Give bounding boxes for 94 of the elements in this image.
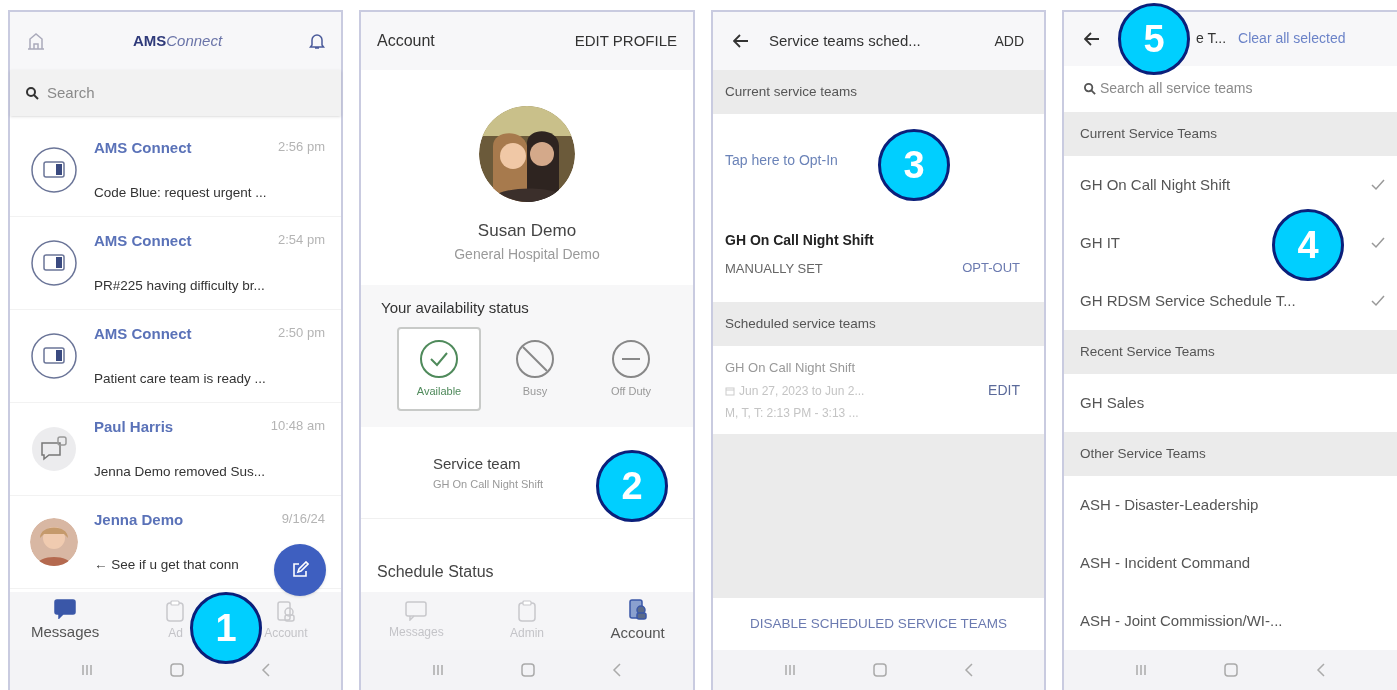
message-time: 2:56 pm xyxy=(278,137,325,156)
message-preview: Jenna Demo removed Sus... xyxy=(94,463,266,482)
team-name[interactable]: ASH - Disaster-Leadership xyxy=(1080,493,1259,517)
tab[interactable]: Account xyxy=(610,597,665,645)
team-name[interactable]: GH IT xyxy=(1080,231,1120,255)
tab[interactable]: Messages xyxy=(30,598,100,644)
back-icon[interactable] xyxy=(260,663,271,677)
prohibited-icon xyxy=(515,338,555,379)
message-time: 9/16/24 xyxy=(281,509,325,528)
status-option[interactable]: Available xyxy=(397,327,481,411)
number-callout: 5 xyxy=(1118,3,1190,75)
search-icon xyxy=(26,86,39,100)
message-time: 10:48 am xyxy=(270,416,325,435)
home-icon[interactable] xyxy=(1224,663,1239,677)
recent-apps-icon[interactable] xyxy=(80,664,93,676)
search-field[interactable]: Search xyxy=(47,81,325,105)
number-callout: 4 xyxy=(1272,209,1344,281)
clear-all-selected-button[interactable]: Clear all selected xyxy=(1238,28,1346,50)
edit-button[interactable]: EDIT xyxy=(988,379,1020,401)
number-callout: 2 xyxy=(596,450,668,522)
check-circle-icon xyxy=(419,338,459,379)
sender-name: AMS Connect xyxy=(94,323,192,344)
team-name[interactable]: ASH - Incident Command xyxy=(1080,551,1251,575)
minus-circle-icon xyxy=(611,338,651,379)
sender-name: Jenna Demo xyxy=(94,509,184,530)
schedule-days: M, T, T: 2:13 PM - 3:13 ... xyxy=(725,403,865,422)
bell-icon[interactable] xyxy=(309,32,325,50)
screen-title: Account xyxy=(377,31,435,51)
home-icon[interactable] xyxy=(521,663,535,677)
date-range: Jun 27, 2023 to Jun 2... xyxy=(739,382,865,400)
conversation-item[interactable]: AMS Connect 2:56 pm Code Blue: request urgent ... xyxy=(10,124,341,217)
recent-apps-icon[interactable] xyxy=(431,664,444,676)
opt-out-button[interactable]: OPT-OUT xyxy=(962,258,1020,278)
screen-title: Service teams sched... xyxy=(769,30,921,51)
id-badge-icon xyxy=(626,597,649,620)
section-header: Scheduled service teams xyxy=(713,302,1044,346)
app-logo: AMSConnect xyxy=(132,30,223,51)
chat-icon xyxy=(405,601,428,621)
team-name: GH On Call Night Shift xyxy=(725,359,857,378)
message-preview: PR#225 having difficulty br... xyxy=(94,277,265,296)
home-icon[interactable] xyxy=(169,663,184,677)
sender-name: Paul Harris xyxy=(94,416,174,437)
chat-avatar-icon xyxy=(30,425,78,473)
sender-name: AMS Connect xyxy=(94,230,192,251)
conversation-item[interactable]: AMS Connect 2:54 pm PR#225 having difficulty br... xyxy=(10,217,341,310)
compose-icon xyxy=(291,561,309,579)
tablet-avatar-icon xyxy=(30,146,78,194)
team-name[interactable]: GH RDSM Service Schedule T... xyxy=(1080,289,1296,313)
section-header: Recent Service Teams xyxy=(1064,330,1397,374)
tablet-avatar-icon xyxy=(30,332,78,380)
message-time: 2:54 pm xyxy=(278,230,325,249)
search-bar[interactable]: Search xyxy=(10,70,341,116)
team-name[interactable]: ASH - Joint Commission/WI-... xyxy=(1080,609,1283,633)
organization-name: General Hospital Demo xyxy=(454,244,600,264)
chat-icon xyxy=(54,598,77,619)
tablet-avatar-icon xyxy=(30,239,78,287)
back-icon[interactable] xyxy=(1316,663,1327,677)
section-heading: Schedule Status xyxy=(377,562,494,582)
message-preview: Code Blue: request urgent ... xyxy=(94,184,267,203)
team-name[interactable]: GH On Call Night Shift xyxy=(1080,173,1231,197)
building-icon[interactable] xyxy=(26,32,46,50)
conversation-item[interactable]: AMS Connect 2:50 pm Patient care team is ready ... xyxy=(10,310,341,403)
team-name[interactable]: GH Sales xyxy=(1080,391,1145,415)
team-name: GH On Call Night Shift xyxy=(725,230,874,250)
search-icon xyxy=(1084,82,1096,95)
message-time: 2:50 pm xyxy=(278,323,325,342)
compose-button[interactable] xyxy=(274,544,326,596)
search-field[interactable]: Search all service teams xyxy=(1100,78,1377,100)
assignment-mode: MANUALLY SET xyxy=(725,259,824,278)
section-heading: Your availability status xyxy=(381,297,530,318)
section-header: Other Service Teams xyxy=(1064,432,1397,476)
back-arrow-icon[interactable] xyxy=(1084,31,1100,46)
user-name: Susan Demo xyxy=(477,220,577,242)
add-button[interactable]: ADD xyxy=(994,30,1024,52)
section-header: Current Service Teams xyxy=(1064,112,1397,156)
opt-in-link[interactable]: Tap here to Opt-In xyxy=(725,149,838,171)
section-header: Current service teams xyxy=(713,70,1044,114)
calendar-icon xyxy=(725,385,735,396)
back-icon[interactable] xyxy=(963,663,974,677)
recent-apps-icon[interactable] xyxy=(1134,664,1147,676)
back-arrow-icon[interactable] xyxy=(733,34,749,48)
number-callout: 3 xyxy=(878,129,950,201)
edit-profile-button[interactable]: EDIT PROFILE xyxy=(574,29,677,53)
back-icon[interactable] xyxy=(612,663,623,677)
clipboard-icon xyxy=(517,600,537,622)
message-preview: Patient care team is ready ... xyxy=(94,370,266,389)
message-preview: ← See if u get that conn xyxy=(94,556,239,575)
clipboard-icon xyxy=(165,600,186,622)
screen-title: e T... xyxy=(1196,29,1227,49)
sender-name: AMS Connect xyxy=(94,137,192,158)
id-badge-icon xyxy=(274,600,297,622)
recent-apps-icon[interactable] xyxy=(783,664,796,676)
conversation-item[interactable]: Paul Harris 10:48 am Jenna Demo removed Sus... xyxy=(10,403,341,496)
home-icon[interactable] xyxy=(872,663,887,677)
